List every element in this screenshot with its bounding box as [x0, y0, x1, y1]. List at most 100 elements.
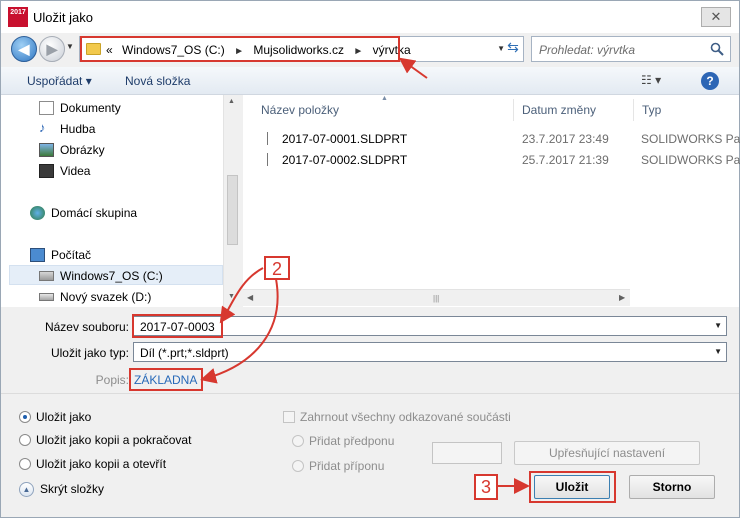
scroll-right-icon[interactable]: ▶: [619, 293, 625, 302]
drive-d-icon: [39, 293, 54, 301]
collapse-up-icon[interactable]: ▲: [19, 482, 34, 497]
option-label: Uložit jako kopii a otevřít: [36, 457, 167, 471]
address-bar[interactable]: « Windows7_OS (C:) ► Mujsolidworks.cz ► …: [79, 36, 524, 62]
radio-icon[interactable]: [19, 458, 31, 470]
section-divider: [1, 393, 739, 394]
navigation-pane: Dokumenty ♪ Hudba Obrázky Videa Domácí s…: [1, 95, 239, 307]
column-header-type[interactable]: Typ: [642, 103, 661, 117]
organize-button[interactable]: Uspořádat ▾: [27, 74, 92, 88]
view-options-icon[interactable]: ☷ ▾: [641, 73, 673, 89]
search-input[interactable]: Prohledat: výrvtka: [531, 36, 731, 62]
nav-item-label: Windows7_OS (C:): [60, 269, 163, 283]
filetype-select[interactable]: Díl (*.prt;*.sldprt) ▼: [133, 342, 727, 362]
recent-locations-dropdown-icon[interactable]: ▼: [66, 42, 74, 51]
back-arrow-icon[interactable]: ◀: [11, 36, 37, 62]
cancel-button[interactable]: Storno: [629, 475, 715, 499]
option-label: Přidat příponu: [309, 459, 385, 473]
prefix-suffix-input[interactable]: [432, 442, 502, 464]
nav-item-music[interactable]: ♪ Hudba: [1, 119, 223, 139]
file-type: SOLIDWORKS Par: [641, 132, 740, 146]
option-label: Přidat předponu: [309, 434, 395, 448]
column-divider[interactable]: [513, 99, 514, 121]
file-row[interactable]: 2017-07-0002.SLDPRT 25.7.2017 21:39 SOLI…: [243, 150, 740, 170]
column-divider[interactable]: [633, 99, 634, 121]
nav-item-homegroup[interactable]: Domácí skupina: [1, 203, 223, 223]
scroll-left-icon[interactable]: ◀: [247, 293, 253, 302]
filename-dropdown-icon[interactable]: ▼: [714, 321, 722, 330]
nav-item-pictures[interactable]: Obrázky: [1, 140, 223, 160]
save-as-dialog: 2017 Uložit jako ✕ ◀ ▶ ▼ « Windows7_OS (…: [0, 0, 740, 518]
scroll-thumb[interactable]: [227, 175, 238, 245]
file-type: SOLIDWORKS Par: [641, 153, 740, 167]
close-button[interactable]: ✕: [701, 7, 731, 27]
help-icon[interactable]: ?: [701, 72, 719, 90]
dialog-title: Uložit jako: [33, 10, 93, 25]
callout-badge-3: 3: [474, 474, 498, 500]
command-toolbar: Uspořádat ▾ Nová složka ☷ ▾ ?: [1, 67, 739, 95]
solidworks-app-icon: 2017: [8, 7, 28, 27]
column-header-date[interactable]: Datum změny: [522, 103, 596, 117]
nav-item-drive-d[interactable]: Nový svazek (D:): [1, 287, 223, 307]
radio-icon[interactable]: [292, 435, 304, 447]
nav-item-label: Dokumenty: [60, 101, 121, 115]
callout-highlight-save: [529, 471, 616, 503]
option-label: Uložit jako kopii a pokračovat: [36, 433, 192, 447]
description-label: Popis:: [95, 373, 129, 387]
nav-item-drive-c[interactable]: Windows7_OS (C:): [9, 265, 223, 285]
new-folder-button[interactable]: Nová složka: [125, 74, 190, 88]
music-icon: ♪: [39, 120, 46, 135]
documents-icon: [39, 101, 54, 115]
nav-item-label: Hudba: [60, 122, 96, 136]
sort-ascending-icon: ▲: [381, 95, 388, 102]
nav-item-videos[interactable]: Videa: [1, 161, 223, 181]
nav-item-computer[interactable]: Počítač: [1, 245, 223, 265]
callout-highlight-filename: [132, 314, 223, 338]
filename-label: Název souboru:: [44, 320, 129, 334]
checkbox-icon[interactable]: [283, 411, 295, 423]
option-label: Zahrnout všechny odkazované součásti: [300, 410, 511, 424]
file-date: 23.7.2017 23:49: [522, 132, 609, 146]
callout-highlight-description: [129, 368, 203, 391]
refresh-icon[interactable]: ⇆: [501, 37, 525, 59]
forward-arrow-icon[interactable]: ▶: [39, 36, 65, 62]
homegroup-icon: [30, 206, 45, 220]
filetype-dropdown-icon[interactable]: ▼: [714, 347, 722, 356]
drive-c-icon: [39, 271, 54, 281]
file-list-horizontal-scrollbar[interactable]: ◀ ||| ▶: [243, 289, 630, 306]
file-name: 2017-07-0001.SLDPRT: [282, 132, 408, 146]
address-row: ◀ ▶ ▼ « Windows7_OS (C:) ► Mujsolidworks…: [1, 33, 739, 63]
nav-item-label: Videa: [60, 164, 91, 178]
file-name: 2017-07-0002.SLDPRT: [282, 153, 408, 167]
sldprt-file-icon: [267, 153, 275, 166]
pictures-icon: [39, 143, 54, 157]
scroll-down-icon[interactable]: ▼: [228, 293, 235, 300]
navigation-scrollbar[interactable]: ▲ ▼: [223, 95, 240, 307]
filetype-label: Uložit jako typ:: [50, 346, 129, 360]
nav-item-label: Počítač: [51, 248, 92, 262]
nav-item-documents[interactable]: Dokumenty: [1, 98, 223, 118]
sldprt-file-icon: [267, 132, 275, 145]
hide-folders-label: Skrýt složky: [40, 482, 105, 496]
option-label: Uložit jako: [36, 410, 92, 424]
radio-icon[interactable]: [292, 460, 304, 472]
search-placeholder: Prohledat: výrvtka: [539, 43, 636, 57]
videos-icon: [39, 164, 54, 178]
callout-badge-2: 2: [264, 256, 290, 280]
scroll-up-icon[interactable]: ▲: [228, 98, 235, 105]
callout-highlight-address: [80, 36, 400, 62]
file-date: 25.7.2017 21:39: [522, 153, 609, 167]
computer-icon: [30, 248, 45, 262]
title-bar: 2017 Uložit jako ✕: [1, 1, 739, 33]
search-icon[interactable]: [710, 42, 724, 56]
scroll-thumb-grip[interactable]: |||: [433, 294, 443, 303]
advanced-settings-button[interactable]: Upřesňující nastavení: [514, 441, 700, 465]
file-list: ▲ Název položky Datum změny Typ 2017-07-…: [243, 95, 740, 307]
column-header-name[interactable]: Název položky: [261, 103, 339, 117]
filetype-value: Díl (*.prt;*.sldprt): [140, 346, 229, 360]
radio-icon[interactable]: [19, 434, 31, 446]
nav-item-label: Domácí skupina: [51, 206, 138, 220]
file-row[interactable]: 2017-07-0001.SLDPRT 23.7.2017 23:49 SOLI…: [243, 129, 740, 149]
nav-item-label: Obrázky: [60, 143, 105, 157]
radio-selected-icon[interactable]: [19, 411, 31, 423]
nav-item-label: Nový svazek (D:): [60, 290, 152, 304]
